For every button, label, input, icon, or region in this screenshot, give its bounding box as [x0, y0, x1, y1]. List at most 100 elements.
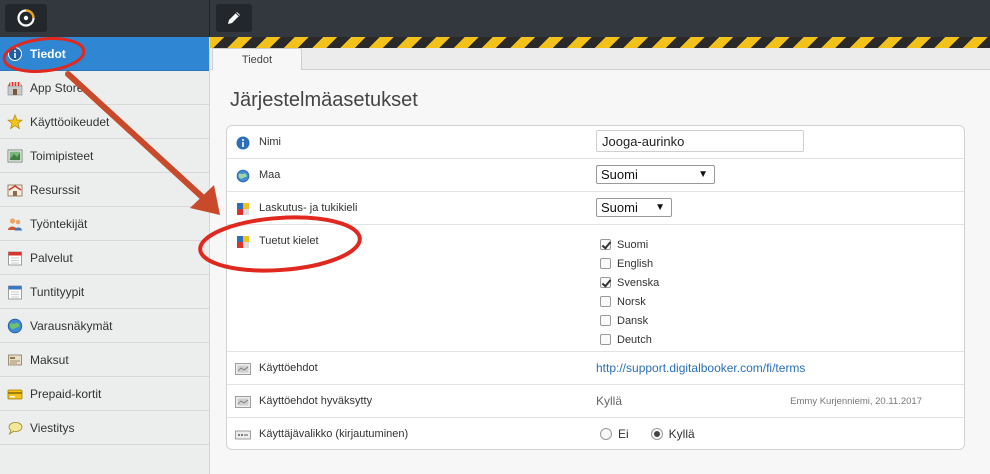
radio-label: Ei — [618, 427, 629, 441]
menu-icon — [235, 427, 251, 443]
sidebar-item-prepaid-kortit[interactable]: Prepaid-kortit — [0, 377, 209, 411]
tab-tiedot[interactable]: Tiedot — [212, 48, 302, 70]
map-icon — [7, 148, 23, 164]
setting-row-billing-language: Laskutus- ja tukikieli Suomi ▼ — [227, 192, 964, 225]
sidebar-item-label: Maksut — [30, 352, 69, 367]
checkbox-checked[interactable] — [600, 239, 611, 250]
hazard-stripe — [210, 37, 990, 48]
sidebar-item-viestitys[interactable]: Viestitys — [0, 411, 209, 445]
radio-unselected[interactable] — [600, 428, 612, 440]
radio-label: Kyllä — [668, 427, 695, 441]
setting-row-name: Nimi — [227, 126, 964, 159]
setting-label-terms-accepted: Käyttöehdot hyväksytty — [259, 395, 373, 407]
language-checkbox-svenska[interactable]: Svenska — [600, 273, 659, 292]
language-checkbox-norsk[interactable]: Norsk — [600, 292, 659, 311]
radio-selected[interactable] — [650, 428, 663, 440]
setting-row-terms: Käyttöehdot http://support.digitalbooker… — [227, 352, 964, 385]
sidebar-item-label: Viestitys — [30, 420, 75, 435]
home-button[interactable] — [5, 4, 47, 32]
sidebar-item-toimipisteet[interactable]: Toimipisteet — [0, 139, 209, 173]
language-label: Suomi — [617, 238, 649, 251]
sidebar-item-label: Tuntityypit — [30, 284, 85, 299]
sidebar-item-tiedot[interactable]: Tiedot — [0, 37, 209, 71]
flag-icon — [235, 201, 251, 217]
star-icon — [7, 113, 23, 130]
document-icon — [235, 394, 251, 410]
setting-label-country: Maa — [259, 169, 281, 181]
languages-checkbox-list: Suomi English Svenska Norsk Dansk Deutch — [600, 235, 659, 349]
sidebar-item-kayttooikeudet[interactable]: Käyttöoikeudet — [0, 105, 209, 139]
sidebar-item-tuntityypit[interactable]: Tuntityypit — [0, 275, 209, 309]
sidebar-item-label: Palvelut — [30, 250, 73, 265]
language-checkbox-deutch[interactable]: Deutch — [600, 330, 659, 349]
pencil-icon — [228, 12, 240, 24]
language-label: Norsk — [617, 295, 646, 308]
billing-language-select-value: Suomi — [601, 200, 638, 215]
sidebar-item-label: Tiedot — [30, 46, 66, 61]
settings-panel: Nimi Maa Suomi ▼ Laskutus- ja tukik — [226, 125, 965, 450]
calendar-hours-icon — [7, 284, 23, 300]
page-title: Järjestelmäasetukset — [230, 89, 418, 111]
sidebar-item-palvelut[interactable]: Palvelut — [0, 241, 209, 275]
sidebar-item-label: Prepaid-kortit — [30, 386, 102, 401]
setting-row-country: Maa Suomi ▼ — [227, 159, 964, 192]
checkbox-unchecked[interactable] — [600, 258, 611, 269]
checkbox-unchecked[interactable] — [600, 315, 611, 326]
document-icon — [235, 361, 251, 377]
flag-icon — [235, 234, 251, 250]
sidebar-item-label: Käyttöoikeudet — [30, 114, 110, 129]
user-menu-radio-kylla[interactable]: Kyllä — [650, 427, 695, 441]
language-label: Dansk — [617, 314, 649, 327]
card-icon — [7, 386, 23, 402]
terms-accepted-meta: Emmy Kurjenniemi, 20.11.2017 — [790, 396, 922, 407]
language-label: Deutch — [617, 333, 652, 346]
resource-icon — [7, 182, 23, 198]
logo-icon — [17, 9, 35, 27]
country-select[interactable]: Suomi ▼ — [596, 165, 715, 184]
sidebar-item-label: Varausnäkymät — [30, 318, 113, 333]
language-label: English — [617, 257, 654, 270]
language-checkbox-dansk[interactable]: Dansk — [600, 311, 659, 330]
country-select-value: Suomi — [601, 167, 638, 182]
dropdown-arrow-icon: ▼ — [698, 169, 708, 180]
checkbox-unchecked[interactable] — [600, 334, 611, 345]
sidebar-item-label: Toimipisteet — [30, 148, 94, 163]
sidebar-item-label: App Store — [30, 80, 84, 95]
user-menu-radio-ei[interactable]: Ei — [600, 427, 629, 441]
dropdown-arrow-icon: ▼ — [655, 202, 665, 213]
sidebar-item-maksut[interactable]: Maksut — [0, 343, 209, 377]
tab-bar: Tiedot — [210, 48, 990, 70]
info-icon — [7, 46, 23, 62]
setting-label-terms: Käyttöehdot — [259, 362, 318, 374]
setting-label-billing-language: Laskutus- ja tukikieli — [259, 202, 358, 214]
sidebar-item-label: Työntekijät — [30, 216, 88, 231]
info-icon — [235, 135, 251, 151]
name-input[interactable] — [596, 130, 804, 152]
setting-row-user-menu: Käyttäjävalikko (kirjautuminen) Ei Kyllä — [227, 418, 964, 451]
topbar-divider — [209, 0, 210, 37]
payment-icon — [7, 352, 23, 368]
sidebar-item-app-store[interactable]: App Store — [0, 71, 209, 105]
terms-link[interactable]: http://support.digitalbooker.com/fi/term… — [596, 361, 805, 375]
people-icon — [7, 216, 23, 232]
language-checkbox-suomi[interactable]: Suomi — [600, 235, 659, 254]
language-checkbox-english[interactable]: English — [600, 254, 659, 273]
sidebar: Tiedot App Store Käyttöoikeudet Toimipis… — [0, 37, 210, 474]
globe-icon — [7, 318, 23, 334]
message-icon — [7, 420, 23, 436]
edit-button[interactable] — [216, 4, 252, 32]
checkbox-checked[interactable] — [600, 277, 611, 288]
sidebar-item-label: Resurssit — [30, 182, 81, 197]
setting-label-name: Nimi — [259, 136, 281, 148]
setting-row-languages: Tuetut kielet Suomi English Svenska Nors… — [227, 225, 964, 352]
store-icon — [7, 80, 23, 96]
checkbox-unchecked[interactable] — [600, 296, 611, 307]
sidebar-item-tyontekijat[interactable]: Työntekijät — [0, 207, 209, 241]
billing-language-select[interactable]: Suomi ▼ — [596, 198, 672, 217]
sidebar-item-resurssit[interactable]: Resurssit — [0, 173, 209, 207]
language-label: Svenska — [617, 276, 660, 289]
sidebar-item-varausnakymat[interactable]: Varausnäkymät — [0, 309, 209, 343]
setting-row-terms-accepted: Käyttöehdot hyväksytty Kyllä Emmy Kurjen… — [227, 385, 964, 418]
setting-label-user-menu: Käyttäjävalikko (kirjautuminen) — [259, 428, 409, 440]
setting-label-languages: Tuetut kielet — [259, 235, 319, 247]
